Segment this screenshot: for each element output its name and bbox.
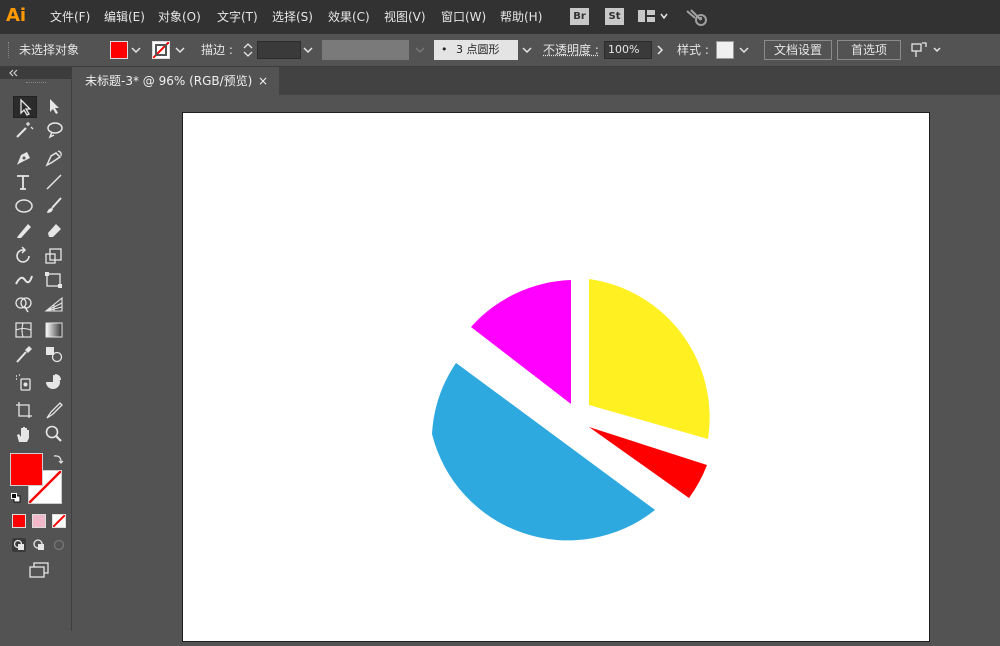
chevron-down-icon[interactable]: [130, 43, 142, 57]
blend-tool[interactable]: [43, 344, 65, 364]
default-fill-stroke-icon[interactable]: [11, 492, 21, 503]
style-label: 样式 :: [677, 43, 709, 57]
zoom-tool[interactable]: [43, 424, 65, 444]
document-setup-button[interactable]: 文档设置: [764, 40, 832, 60]
variable-width-profile[interactable]: [322, 40, 409, 60]
lasso-tool[interactable]: [43, 120, 65, 140]
tools-panel-header[interactable]: [0, 67, 71, 79]
draw-normal-icon[interactable]: [12, 538, 26, 552]
line-segment-tool[interactable]: [43, 172, 65, 192]
menu-help[interactable]: 帮助(H): [500, 0, 542, 34]
screen-mode-icon[interactable]: [28, 561, 50, 579]
width-tool[interactable]: [13, 270, 35, 290]
shape-builder-tool[interactable]: [13, 294, 35, 314]
preferences-button[interactable]: 首选项: [837, 40, 901, 60]
document-tab[interactable]: 未标题-3* @ 96% (RGB/预览) ×: [76, 67, 279, 95]
selection-status: 未选择对象: [19, 43, 80, 57]
stock-button[interactable]: St: [605, 8, 624, 25]
stroke-swatch[interactable]: [152, 41, 170, 59]
chevron-down-icon[interactable]: [302, 43, 314, 57]
brush-dot-icon: •: [441, 43, 448, 56]
chevron-down-icon[interactable]: [414, 43, 426, 57]
brush-value: 3 点圆形: [456, 43, 500, 56]
gradient-tool[interactable]: [43, 320, 65, 340]
none-mode-button[interactable]: [52, 514, 66, 528]
document-tab-title: 未标题-3* @ 96% (RGB/预览): [85, 74, 253, 88]
stroke-label: 描边 :: [201, 43, 233, 57]
menu-view[interactable]: 视图(V): [384, 0, 426, 34]
direct-selection-tool[interactable]: [43, 96, 65, 116]
rotate-tool[interactable]: [13, 246, 35, 266]
menu-window[interactable]: 窗口(W): [441, 0, 486, 34]
artboard-tool[interactable]: [13, 400, 35, 420]
menu-select[interactable]: 选择(S): [272, 0, 313, 34]
eyedropper-tool[interactable]: [13, 344, 35, 364]
pie-graph-tool[interactable]: [43, 372, 65, 392]
chevron-down-icon[interactable]: [738, 43, 750, 57]
gpu-performance-icon[interactable]: [685, 8, 709, 26]
draw-behind-icon[interactable]: [32, 538, 46, 552]
symbol-sprayer-tool[interactable]: [13, 372, 35, 392]
free-transform-tool[interactable]: [43, 270, 65, 290]
menu-bar: Ai 文件(F) 编辑(E) 对象(O) 文字(T) 选择(S) 效果(C) 视…: [0, 0, 1000, 34]
pencil-tool[interactable]: [13, 220, 35, 240]
chevron-down-icon[interactable]: [174, 43, 186, 57]
chevron-down-icon[interactable]: [521, 43, 533, 57]
draw-inside-icon[interactable]: [52, 538, 66, 552]
ellipse-tool[interactable]: [13, 196, 35, 216]
stroke-weight-field[interactable]: [257, 41, 301, 59]
menu-type[interactable]: 文字(T): [217, 0, 258, 34]
brush-definition[interactable]: • 3 点圆形: [434, 40, 518, 60]
eraser-tool[interactable]: [43, 220, 65, 240]
mesh-tool[interactable]: [13, 320, 35, 340]
chevron-right-icon[interactable]: [654, 43, 666, 57]
graphic-style-swatch[interactable]: [716, 41, 734, 59]
pie-artwork: [432, 279, 710, 541]
type-tool[interactable]: [13, 172, 35, 192]
control-bar: 未选择对象 描边 : • 3 点圆形 不透明度 : 100% 样式 : 文档设置…: [0, 34, 1000, 67]
color-mode-button[interactable]: [12, 514, 26, 528]
fill-swatch[interactable]: [110, 41, 128, 59]
menu-file[interactable]: 文件(F): [50, 0, 90, 34]
menu-object[interactable]: 对象(O): [158, 0, 201, 34]
paintbrush-tool[interactable]: [43, 196, 65, 216]
close-icon[interactable]: ×: [258, 67, 268, 95]
panel-grip[interactable]: [8, 42, 11, 58]
pen-tool[interactable]: [13, 148, 35, 168]
panel-grip[interactable]: [26, 82, 46, 86]
slice-tool[interactable]: [43, 400, 65, 420]
artboard[interactable]: [182, 112, 930, 642]
stroke-weight-stepper[interactable]: [242, 41, 254, 59]
bridge-button[interactable]: Br: [570, 8, 589, 25]
magic-wand-tool[interactable]: [13, 120, 35, 140]
swap-fill-stroke-icon[interactable]: [52, 453, 64, 465]
opacity-label[interactable]: 不透明度 :: [543, 34, 599, 66]
yellow-pie-slice: [589, 279, 710, 439]
fill-color-front[interactable]: [10, 453, 43, 486]
opacity-field[interactable]: 100%: [604, 41, 652, 59]
gradient-mode-button[interactable]: [32, 514, 46, 528]
align-options-icon[interactable]: [910, 41, 944, 59]
perspective-grid-tool[interactable]: [43, 294, 65, 314]
menu-effect[interactable]: 效果(C): [328, 0, 370, 34]
arrange-documents-icon[interactable]: [638, 9, 668, 25]
curvature-tool[interactable]: [43, 148, 65, 168]
scale-tool[interactable]: [43, 246, 65, 266]
app-logo: Ai: [6, 5, 27, 26]
hand-tool[interactable]: [13, 424, 35, 444]
menu-edit[interactable]: 编辑(E): [104, 0, 145, 34]
selection-tool[interactable]: [13, 96, 37, 118]
